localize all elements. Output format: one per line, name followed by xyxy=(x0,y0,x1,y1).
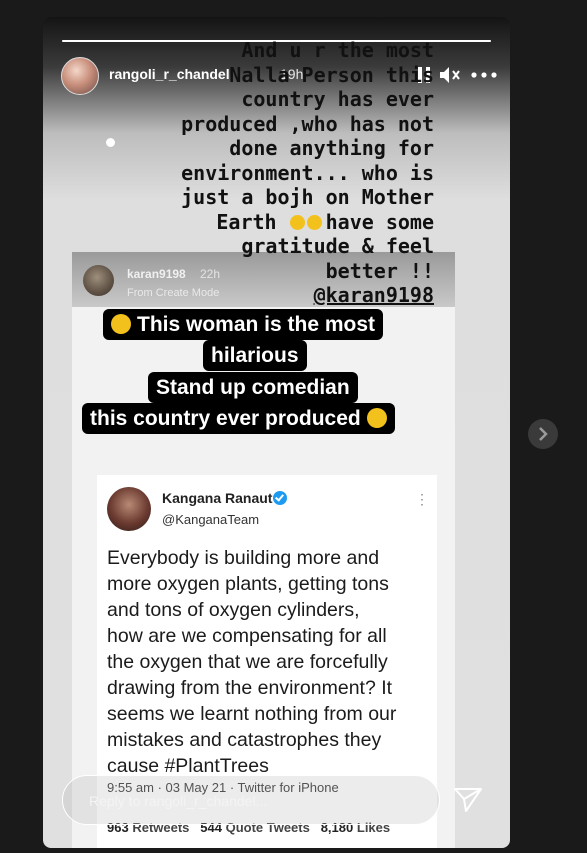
laughing-emoji-icon xyxy=(366,408,387,428)
tweet-line: mistakes and catastrophes they xyxy=(107,729,382,751)
caption-mention-link[interactable]: @karan9198 xyxy=(103,283,434,308)
tweet-body: Everybody is building more and more oxyg… xyxy=(107,545,437,779)
tweet-avatar xyxy=(107,487,151,531)
reply-input[interactable] xyxy=(87,776,431,826)
sticker-text: this country ever produced xyxy=(90,407,361,430)
laughing-emoji-icon xyxy=(306,214,322,230)
caption-line: country has ever xyxy=(241,87,434,111)
text-sticker-line: hilarious xyxy=(203,340,307,371)
text-sticker-line: this country ever produced xyxy=(82,403,395,434)
story-viewer: rangoli_r_chandel 19h karan9198 22h From… xyxy=(0,0,587,853)
story-caption: And u r the most Nalla Person this count… xyxy=(103,38,434,308)
tweet-line: Everybody is building more and xyxy=(107,547,380,569)
caption-word: have some xyxy=(325,209,434,234)
tweet-author-handle: @KanganaTeam xyxy=(162,512,260,527)
laughing-emoji-icon xyxy=(289,214,305,230)
chevron-right-icon xyxy=(539,427,548,441)
caption-line: environment... who is xyxy=(181,160,434,185)
caption-line: Nalla Person this xyxy=(229,62,434,87)
speaker-muted-icon[interactable] xyxy=(439,65,461,85)
tweet-line: more oxygen plants, getting tons xyxy=(107,573,389,595)
caption-line: produced ,who has not xyxy=(181,111,434,136)
caption-line: And u r the most xyxy=(241,38,434,62)
caption-word: Earth xyxy=(216,209,277,234)
text-sticker-line: Stand up comedian xyxy=(148,372,358,403)
tweet-author-name: Kangana Ranaut xyxy=(162,490,273,506)
more-vertical-icon: ⋮ xyxy=(415,491,429,507)
verified-badge-icon xyxy=(273,491,287,505)
caption-line: Earth have some xyxy=(103,210,434,235)
caption-line: gratitude & feel xyxy=(241,234,434,258)
caption-line: done anything for xyxy=(229,136,434,160)
story-card[interactable]: rangoli_r_chandel 19h karan9198 22h From… xyxy=(43,17,510,848)
more-horizontal-icon[interactable] xyxy=(471,72,497,78)
tweet-line: how are we compensating for all xyxy=(107,625,387,647)
caption-line: just a bojh on Mother xyxy=(181,185,434,209)
paper-plane-icon[interactable] xyxy=(453,786,483,814)
tweet-line: seems we learnt nothing from our xyxy=(107,703,397,725)
sticker-text: hilarious xyxy=(211,344,299,367)
next-story-button[interactable] xyxy=(528,419,558,449)
text-sticker-line: This woman is the most xyxy=(103,309,384,340)
avatar[interactable] xyxy=(61,57,99,95)
tweet-line: drawing from the environment? It xyxy=(107,677,393,699)
laughing-emoji-icon xyxy=(111,314,131,334)
sticker-text: This woman is the most xyxy=(137,313,376,336)
sticker-text: Stand up comedian xyxy=(156,376,350,399)
tweet-line: and tons of oxygen cylinders, xyxy=(107,599,360,621)
caption-line: better !! xyxy=(325,258,434,283)
reply-box[interactable] xyxy=(62,775,440,826)
tweet-line: the oxygen that we are forcefully xyxy=(107,651,388,673)
